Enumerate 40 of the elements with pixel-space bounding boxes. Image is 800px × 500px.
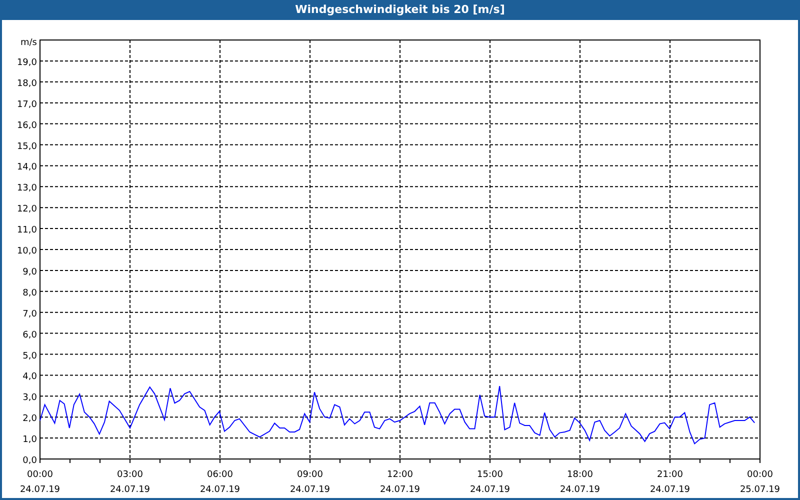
x-tick-label: 21:00 xyxy=(657,470,683,480)
y-tick-label: 6,0 xyxy=(22,330,37,340)
x-tick-label: 15:00 xyxy=(477,470,503,480)
y-tick-label: 12,0 xyxy=(16,204,37,215)
y-tick-label: 2,0 xyxy=(22,414,37,424)
x-tick-date: 24.07.19 xyxy=(110,485,150,495)
y-tick-label: 7,0 xyxy=(22,309,37,320)
y-tick-label: 4,0 xyxy=(22,372,37,382)
x-tick-date: 24.07.19 xyxy=(560,485,600,495)
x-tick-label: 06:00 xyxy=(207,470,233,480)
x-tick-date: 25.07.19 xyxy=(740,485,780,495)
x-tick-label: 12:00 xyxy=(387,470,413,480)
x-tick-date: 24.07.19 xyxy=(380,485,420,495)
y-tick-label: 15,0 xyxy=(16,142,37,152)
y-tick-label: 9,0 xyxy=(22,267,37,278)
x-tick-label: 00:00 xyxy=(27,470,53,480)
y-tick-label: 11,0 xyxy=(16,226,37,236)
y-tick-label: 3,0 xyxy=(22,393,37,404)
y-tick-label: 19,0 xyxy=(16,58,37,68)
x-tick-date: 24.07.19 xyxy=(200,485,240,495)
y-tick-label: 1,0 xyxy=(22,435,37,446)
x-tick-date: 24.07.19 xyxy=(650,485,690,495)
y-tick-label: 0,0 xyxy=(22,456,37,466)
y-tick-label: 14,0 xyxy=(16,162,37,173)
x-tick-date: 24.07.19 xyxy=(290,485,330,495)
y-tick-label: 13,0 xyxy=(16,184,37,194)
y-axis-unit: m/s xyxy=(20,38,37,48)
y-tick-label: 10,0 xyxy=(16,246,37,256)
y-tick-label: 17,0 xyxy=(16,100,37,110)
x-tick-label: 03:00 xyxy=(117,470,143,480)
y-tick-label: 16,0 xyxy=(16,120,37,131)
y-tick-label: 8,0 xyxy=(22,288,37,298)
window-title: Windgeschwindigkeit bis 20 [m/s] xyxy=(294,2,506,18)
y-tick-label: 18,0 xyxy=(16,78,37,89)
x-tick-date: 24.07.19 xyxy=(470,485,510,495)
x-tick-label: 18:00 xyxy=(567,470,593,480)
x-tick-date: 24.07.19 xyxy=(20,485,60,495)
x-tick-label: 09:00 xyxy=(297,470,323,480)
y-tick-label: 5,0 xyxy=(22,351,37,362)
x-tick-label: 00:00 xyxy=(747,470,773,480)
